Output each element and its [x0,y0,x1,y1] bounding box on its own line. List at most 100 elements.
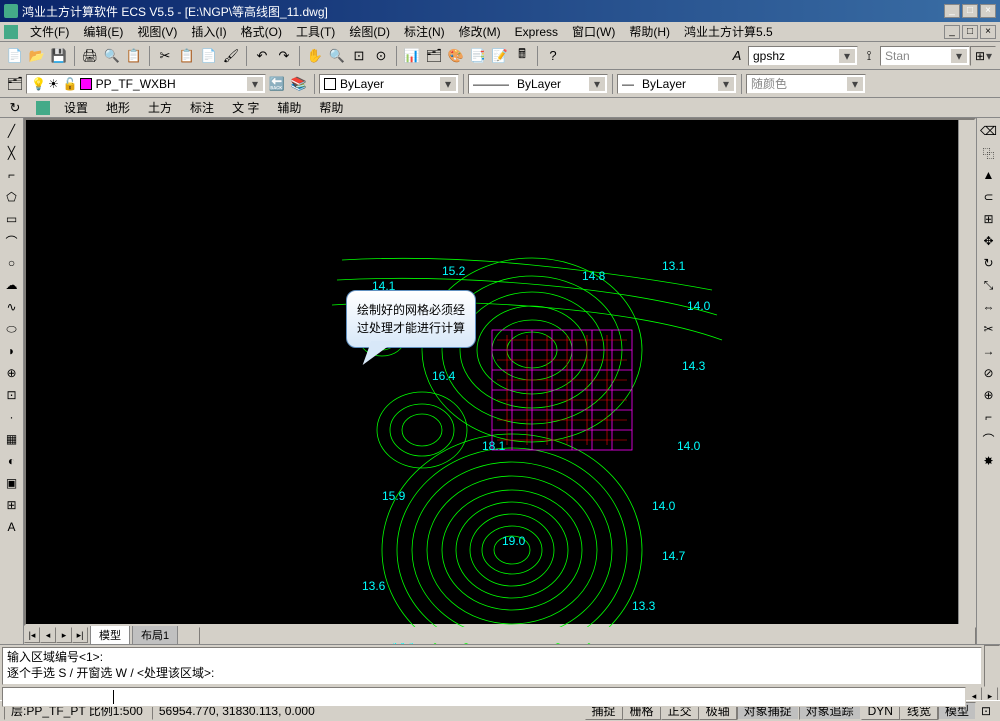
table-icon[interactable]: ⊞ [2,495,22,515]
hy-help[interactable]: 帮助 [315,97,347,118]
break-icon[interactable]: ⊘ [979,363,999,383]
mtext-icon[interactable]: A [2,517,22,537]
menu-tools[interactable]: 工具(T) [290,21,341,42]
hy-text[interactable]: 文 字 [228,97,263,118]
point-icon[interactable]: · [2,407,22,427]
preview-icon[interactable]: 🔍 [101,45,123,67]
layer-dropdown[interactable]: 💡 ☀ 🔓 PP_TF_WXBH ▾ [26,74,266,94]
polygon-icon[interactable]: ⬠ [2,187,22,207]
tab-model[interactable]: 模型 [90,625,130,644]
menu-modify[interactable]: 修改(M) [453,21,507,42]
maximize-button[interactable]: □ [962,4,978,18]
print-icon[interactable]: 🖨 [79,45,101,67]
minimize-button[interactable]: _ [944,4,960,18]
stretch-icon[interactable]: ⇔ [979,297,999,317]
pline-icon[interactable]: ⌐ [2,165,22,185]
help-icon[interactable]: ? [542,45,564,67]
rotate-icon[interactable]: ↻ [979,253,999,273]
circle-icon[interactable]: ○ [2,253,22,273]
textstyle-dropdown[interactable]: gpshz▾ [748,46,858,66]
array-icon[interactable]: ⊞ [979,209,999,229]
zoom-win-icon[interactable]: ⊡ [348,45,370,67]
arc-icon[interactable]: ⌒ [2,231,22,251]
layer-props-icon[interactable]: 🗂 [4,73,26,95]
canvas-hscroll[interactable] [182,627,976,643]
open-icon[interactable]: 📂 [26,45,48,67]
textstyle-icon[interactable]: A [726,45,748,67]
trim-icon[interactable]: ✂ [979,319,999,339]
hy-aux[interactable]: 辅助 [273,97,305,118]
menu-edit[interactable]: 编辑(E) [77,21,129,42]
menu-dim[interactable]: 标注(N) [398,21,451,42]
offset-icon[interactable]: ⊂ [979,187,999,207]
new-icon[interactable]: 📄 [4,45,26,67]
close-button[interactable]: × [980,4,996,18]
hy-terrain[interactable]: 地形 [102,97,134,118]
tab-first-button[interactable]: |◂ [24,627,40,643]
gradient-icon[interactable]: ◐ [2,451,22,471]
mdi-minimize-button[interactable]: _ [944,25,960,39]
tab-last-button[interactable]: ▸| [72,627,88,643]
tab-layout1[interactable]: 布局1 [132,625,178,644]
fillet-icon[interactable]: ⌒ [979,429,999,449]
erase-icon[interactable]: ⌫ [979,121,999,141]
pan-icon[interactable]: ✋ [304,45,326,67]
publish-icon[interactable]: 📋 [123,45,145,67]
hy-icon2[interactable] [36,101,50,115]
properties-icon[interactable]: 📊 [401,45,423,67]
lineweight-dropdown[interactable]: — ByLayer ▾ [617,74,737,94]
mdi-close-button[interactable]: × [980,25,996,39]
layer-states-icon[interactable]: 📚 [288,73,310,95]
insert-icon[interactable]: ⊕ [2,363,22,383]
menu-file[interactable]: 文件(F) [24,21,75,42]
hy-annotate[interactable]: 标注 [186,97,218,118]
move-icon[interactable]: ✥ [979,231,999,251]
status-extra-icon[interactable]: ⊡ [976,701,996,721]
hy-settings[interactable]: 设置 [60,97,92,118]
mirror-icon[interactable]: ▲ [979,165,999,185]
spline-icon[interactable]: ∿ [2,297,22,317]
menu-window[interactable]: 窗口(W) [566,21,621,42]
explode-icon[interactable]: ✸ [979,451,999,471]
hy-earthwork[interactable]: 土方 [144,97,176,118]
linetype-dropdown[interactable]: ——— ByLayer ▾ [468,74,608,94]
calc-icon[interactable]: 🖩 [511,45,533,67]
hy-icon1[interactable]: ↻ [4,97,26,119]
chamfer-icon[interactable]: ⌐ [979,407,999,427]
command-input[interactable] [2,687,966,707]
tab-prev-button[interactable]: ◂ [40,627,56,643]
rectangle-icon[interactable]: ▭ [2,209,22,229]
line-icon[interactable]: ╱ [2,121,22,141]
region-icon[interactable]: ▣ [2,473,22,493]
menu-express[interactable]: Express [509,23,564,41]
menu-view[interactable]: 视图(V) [131,21,183,42]
zoom-rt-icon[interactable]: 🔍 [326,45,348,67]
canvas-vscroll[interactable] [958,120,974,624]
hatch-icon[interactable]: ▦ [2,429,22,449]
plotstyle-dropdown[interactable]: 随颜色 ▾ [746,74,866,94]
redo-icon[interactable]: ↷ [273,45,295,67]
dimstyle-icon[interactable]: ⟟ [858,45,880,67]
cut-icon[interactable]: ✂ [154,45,176,67]
xline-icon[interactable]: ╳ [2,143,22,163]
undo-icon[interactable]: ↶ [251,45,273,67]
ssm-icon[interactable]: 📑 [467,45,489,67]
save-icon[interactable]: 💾 [48,45,70,67]
dc-icon[interactable]: 🗂 [423,45,445,67]
tool-palette-icon[interactable]: 🎨 [445,45,467,67]
menu-hongye[interactable]: 鸿业土方计算5.5 [678,21,779,42]
ellipse-icon[interactable]: ⬭ [2,319,22,339]
join-icon[interactable]: ⊕ [979,385,999,405]
match-icon[interactable]: 🖌 [220,45,242,67]
copy-icon[interactable]: 📋 [176,45,198,67]
mdi-restore-button[interactable]: □ [962,25,978,39]
menu-insert[interactable]: 插入(I) [185,21,232,42]
menu-help[interactable]: 帮助(H) [623,21,676,42]
paste-icon[interactable]: 📄 [198,45,220,67]
zoom-prev-icon[interactable]: ⊙ [370,45,392,67]
layer-prev-icon[interactable]: 🔙 [266,73,288,95]
scale-icon[interactable]: ⤡ [979,275,999,295]
revcloud-icon[interactable]: ☁ [2,275,22,295]
tab-next-button[interactable]: ▸ [56,627,72,643]
copy-obj-icon[interactable]: ⿻ [979,143,999,163]
